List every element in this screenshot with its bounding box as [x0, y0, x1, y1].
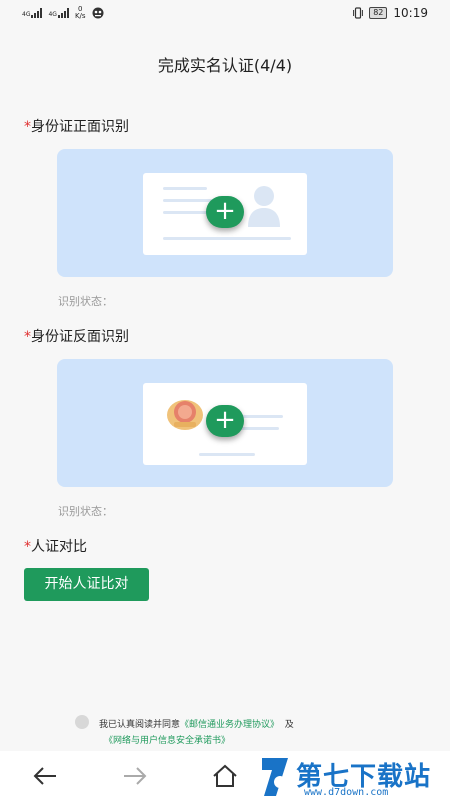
- required-mark: *: [24, 539, 31, 555]
- agreement-line-1: 我已认真阅读并同意《邮信通业务办理协议》 及: [99, 717, 294, 730]
- status-left: 4G 4G 0 K/s: [22, 6, 104, 20]
- back-id-label: *身份证反面识别: [24, 326, 129, 346]
- add-photo-icon[interactable]: +: [206, 405, 244, 437]
- vibrate-icon: [353, 7, 364, 19]
- watermark: 第七下载站 www.d7down.com: [256, 754, 450, 800]
- status-bar: 4G 4G 0 K/s 82 10:19: [0, 0, 450, 28]
- net-speed: 0 K/s: [75, 6, 86, 20]
- agreement-prefix: 我已认真阅读并同意: [99, 720, 181, 730]
- signal-1: 4G: [22, 8, 43, 18]
- agreement-line-2: 《网络与用户信息安全承诺书》: [104, 733, 230, 746]
- id-line: [163, 237, 291, 240]
- watermark-logo-icon: [262, 758, 288, 796]
- clock: 10:19: [393, 6, 428, 20]
- signal-2-label: 4G: [48, 11, 57, 18]
- vpn-icon: [92, 7, 104, 19]
- id-line: [163, 187, 207, 190]
- watermark-url: www.d7down.com: [304, 787, 389, 798]
- back-id-label-text: 身份证反面识别: [31, 329, 129, 345]
- face-compare-label: *人证对比: [24, 536, 87, 556]
- agree-checkbox[interactable]: [75, 715, 89, 729]
- service-agreement-link[interactable]: 《邮信通业务办理协议》: [180, 720, 279, 730]
- arrow-right-icon[interactable]: [118, 751, 152, 800]
- front-id-upload-card[interactable]: +: [57, 149, 393, 277]
- screen: 4G 4G 0 K/s 82 10:19 完成实名认证(4/4) *身份证正面识…: [0, 0, 450, 800]
- arrow-left-icon[interactable]: [28, 751, 62, 800]
- security-pledge-link[interactable]: 《网络与用户信息安全承诺书》: [104, 736, 230, 746]
- start-face-compare-button[interactable]: 开始人证比对: [24, 568, 149, 601]
- agreement-conj: 及: [284, 720, 294, 730]
- national-emblem-icon: [167, 400, 203, 430]
- signal-bars-icon: [31, 8, 43, 18]
- status-right: 82 10:19: [353, 6, 428, 20]
- home-icon[interactable]: [208, 751, 242, 800]
- front-id-status: 识别状态：: [58, 295, 113, 308]
- front-id-label-text: 身份证正面识别: [31, 119, 129, 135]
- id-line: [199, 453, 255, 456]
- add-photo-icon[interactable]: +: [206, 196, 244, 228]
- required-mark: *: [24, 119, 31, 135]
- back-id-upload-card[interactable]: +: [57, 359, 393, 487]
- person-silhouette-icon: [248, 186, 280, 227]
- signal-2: 4G: [48, 8, 69, 18]
- net-speed-unit: K/s: [74, 12, 86, 20]
- required-mark: *: [24, 329, 31, 345]
- page-title: 完成实名认证(4/4): [157, 56, 293, 75]
- face-compare-label-text: 人证对比: [31, 539, 87, 555]
- id-line: [239, 427, 279, 430]
- signal-1-label: 4G: [22, 11, 31, 18]
- id-line: [239, 415, 283, 418]
- signal-bars-icon: [57, 8, 69, 18]
- back-id-status: 识别状态：: [58, 505, 113, 518]
- battery-indicator: 82: [369, 7, 388, 19]
- front-id-label: *身份证正面识别: [24, 116, 129, 136]
